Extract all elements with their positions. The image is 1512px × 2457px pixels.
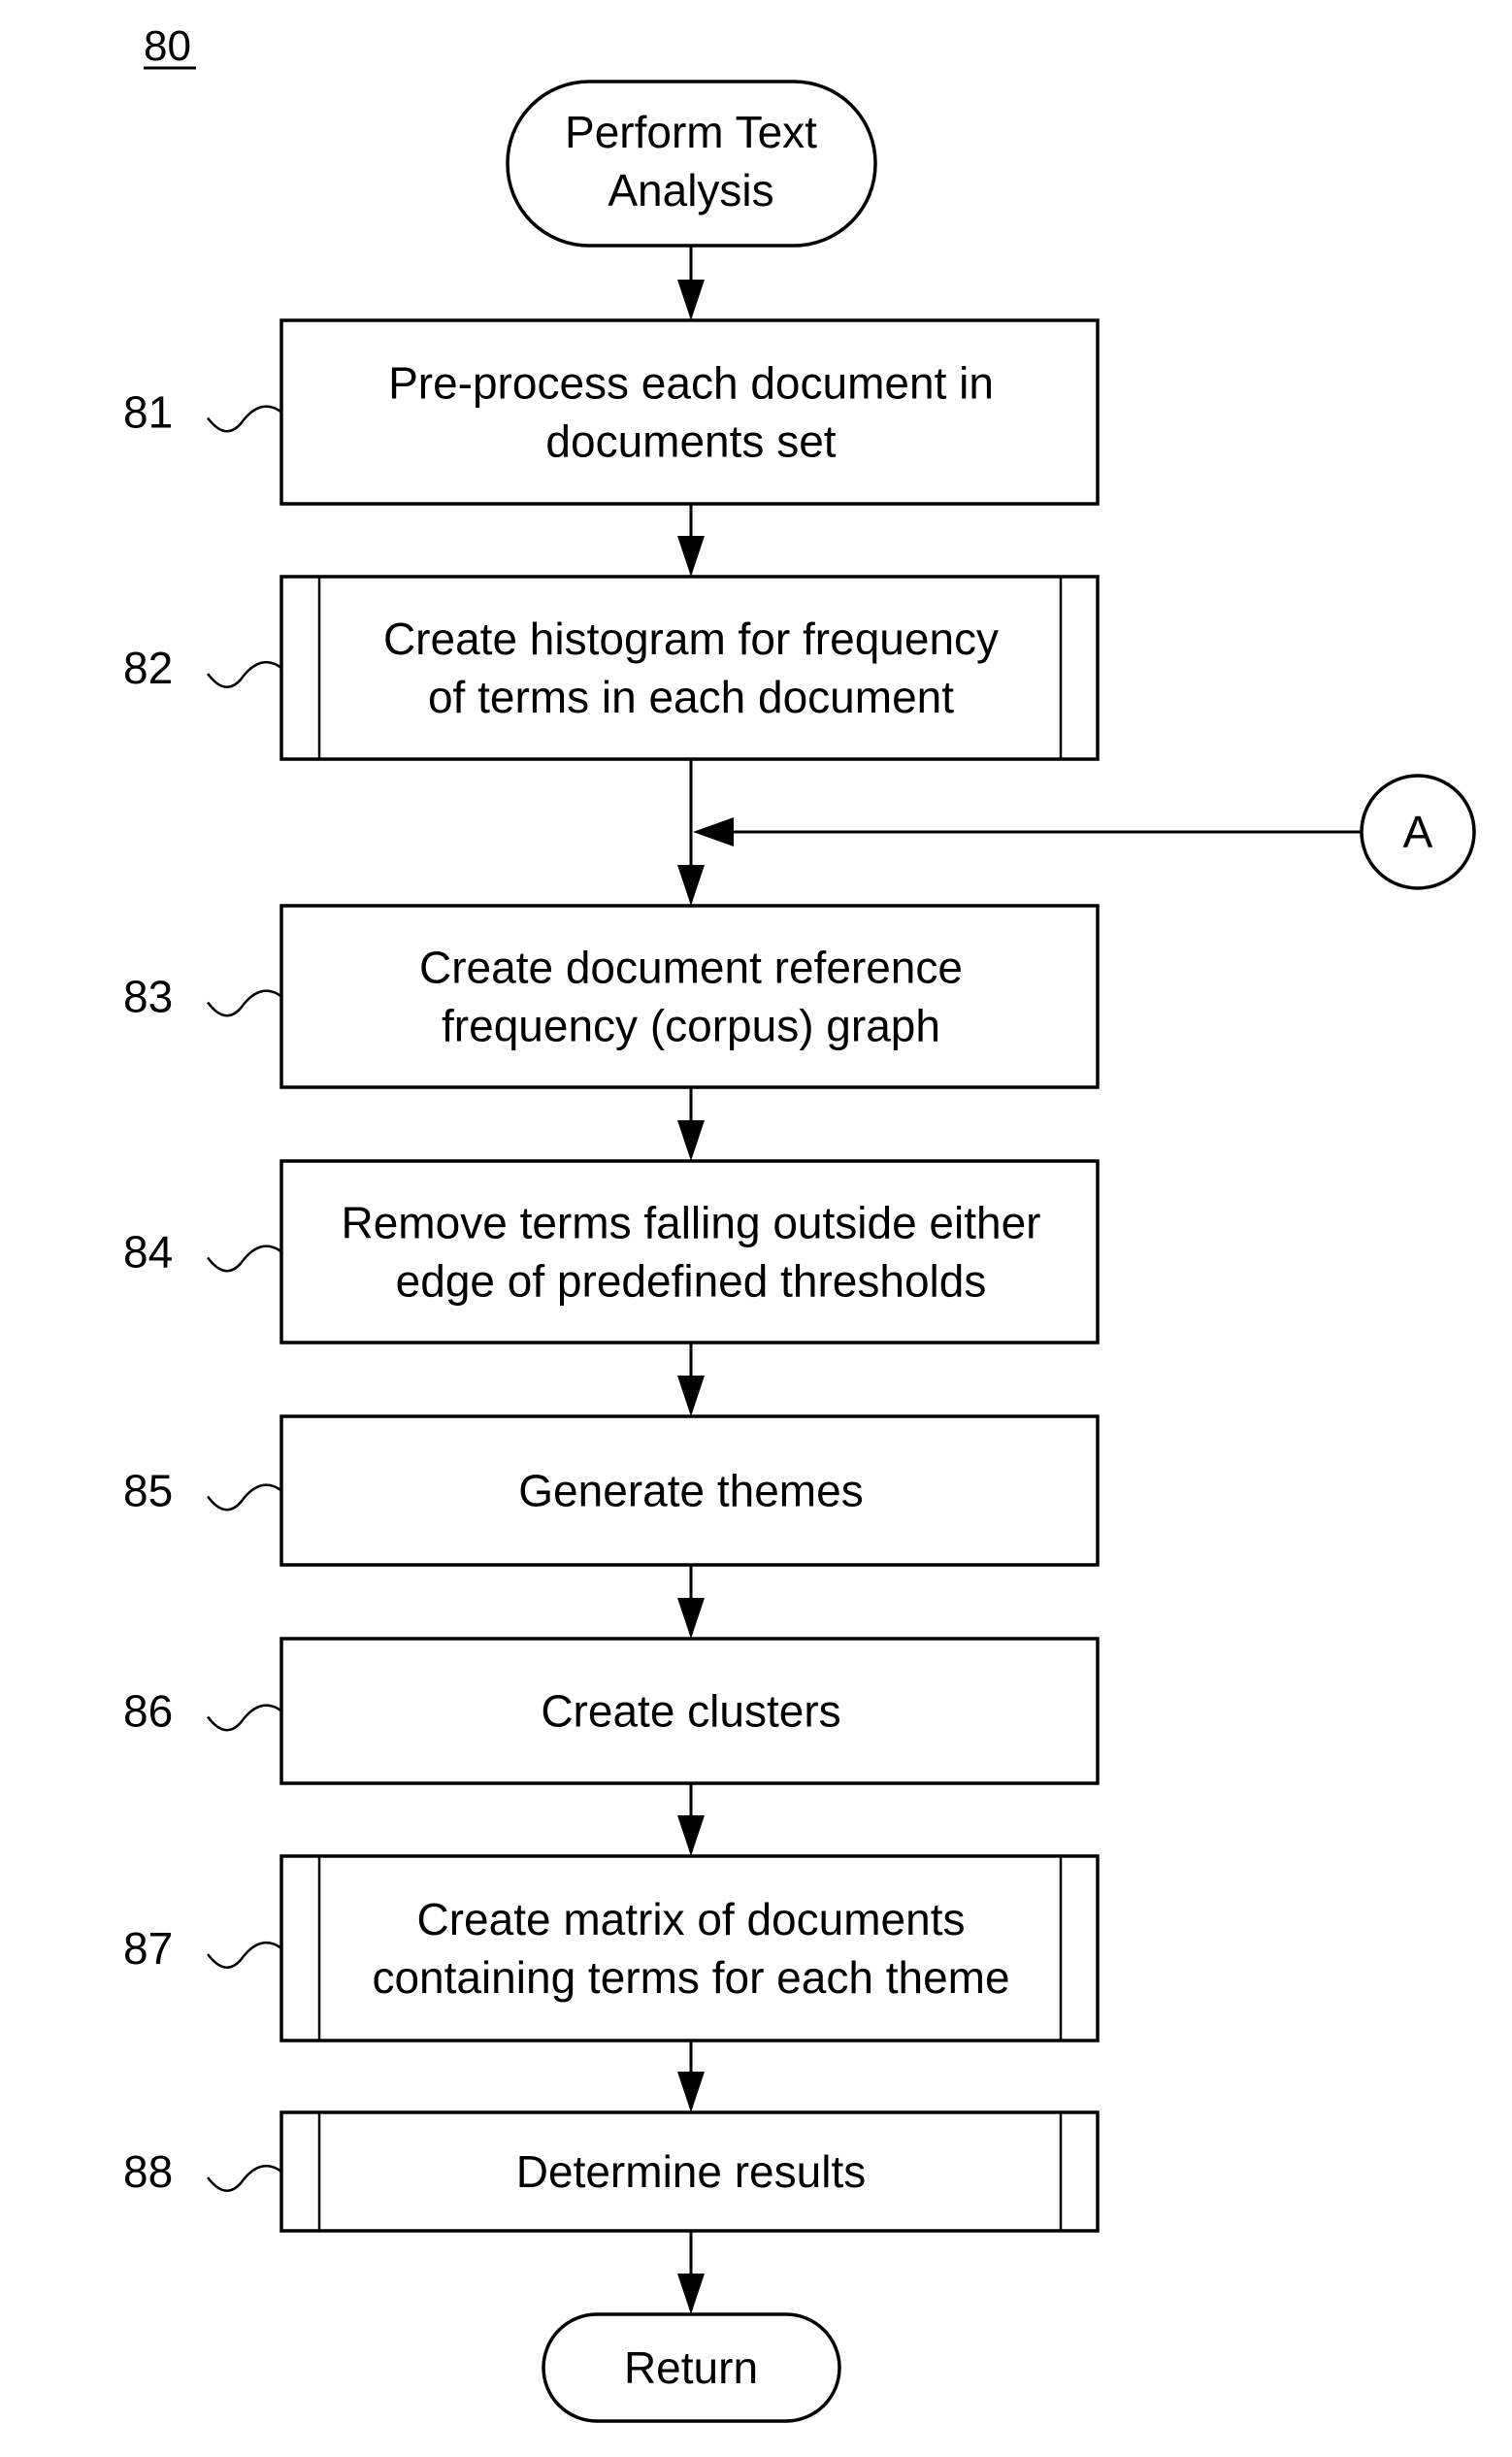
- leader-squiggle-icon: [207, 1483, 282, 1511]
- flow-86-to-87: [677, 1783, 705, 1856]
- flow-88-to-return: [677, 2231, 705, 2314]
- flow-87-to-88: [677, 2041, 705, 2112]
- step-text: edge of predefined thresholds: [396, 1256, 987, 1307]
- step-text: documents set: [545, 416, 836, 467]
- connector-a-arrowhead: [693, 817, 734, 847]
- step-text: Remove terms falling outside either: [342, 1198, 1041, 1248]
- arrowhead: [677, 1120, 705, 1161]
- step-text: Determine results: [516, 2146, 866, 2197]
- step-ref-number: 85: [123, 1466, 173, 1516]
- step-box: [279, 1159, 1100, 1345]
- figure-number: 80: [144, 22, 191, 70]
- leader-squiggle-icon: [207, 1941, 282, 1969]
- start-label-line-2: Analysis: [608, 165, 773, 216]
- leader-squiggle-icon: [207, 405, 282, 433]
- step-87: Create matrix of documents containing ter…: [123, 1854, 1100, 2042]
- flowchart: 80 Perform Text Analysis Pre-process eac…: [123, 22, 1476, 2423]
- step-85: Generate themes 85: [123, 1414, 1100, 1567]
- step-82: Create histogram for frequency of terms i…: [123, 575, 1100, 761]
- process-steps: Pre-process each document in documents se…: [123, 318, 1100, 2233]
- step-ref-number: 81: [123, 387, 173, 438]
- step-text: Create document reference: [419, 943, 963, 993]
- step-text: Create matrix of documents: [416, 1894, 965, 1944]
- step-ref-number: 83: [123, 972, 173, 1022]
- end-terminal: Return: [542, 2312, 841, 2423]
- step-box: [279, 904, 1100, 1089]
- leader-squiggle-icon: [207, 1704, 282, 1732]
- flow-85-to-86: [677, 1565, 705, 1639]
- step-text: Create clusters: [541, 1686, 840, 1737]
- step-81: Pre-process each document in documents se…: [123, 318, 1100, 506]
- step-ref-number: 87: [123, 1923, 173, 1974]
- flow-83-to-84: [677, 1087, 705, 1161]
- step-ref-number: 82: [123, 643, 173, 693]
- leader-squiggle-icon: [207, 2164, 282, 2192]
- start-terminal: Perform Text Analysis: [506, 80, 877, 248]
- step-ref-number: 84: [123, 1227, 173, 1278]
- connector-a: A: [693, 774, 1476, 890]
- step-ref-number: 88: [123, 2146, 173, 2197]
- step-box: [279, 318, 1100, 506]
- arrowhead: [677, 1815, 705, 1856]
- step-text: Pre-process each document in: [388, 358, 994, 409]
- end-label: Return: [624, 2342, 758, 2393]
- leader-squiggle-icon: [207, 660, 282, 688]
- arrowhead: [677, 2072, 705, 2112]
- step-text: of terms in each document: [428, 672, 954, 722]
- arrowhead: [677, 280, 705, 320]
- connector-a-label: A: [1403, 807, 1433, 857]
- flow-start-to-81: [677, 246, 705, 320]
- arrowhead: [677, 2274, 705, 2314]
- arrowhead: [677, 536, 705, 577]
- step-text: containing terms for each theme: [372, 1952, 1009, 2003]
- step-84: Remove terms falling outside either edge …: [123, 1159, 1100, 1345]
- step-text: Create histogram for frequency: [383, 614, 999, 664]
- step-text: frequency (corpus) graph: [442, 1001, 940, 1051]
- step-86: Create clusters 86: [123, 1637, 1100, 1785]
- arrowhead: [677, 1376, 705, 1416]
- start-label-line-1: Perform Text: [565, 107, 817, 157]
- step-text: Generate themes: [518, 1466, 863, 1516]
- flow-81-to-82: [677, 504, 705, 577]
- step-box: [279, 575, 1100, 761]
- leader-squiggle-icon: [207, 1245, 282, 1273]
- step-83: Create document reference frequency (corp…: [123, 904, 1100, 1089]
- step-box: [279, 1854, 1100, 2042]
- step-ref-number: 86: [123, 1686, 173, 1737]
- arrowhead: [677, 865, 705, 906]
- arrowhead: [677, 1598, 705, 1639]
- leader-squiggle-icon: [207, 989, 282, 1017]
- step-88: Determine results 88: [123, 2110, 1100, 2233]
- flow-84-to-85: [677, 1343, 705, 1416]
